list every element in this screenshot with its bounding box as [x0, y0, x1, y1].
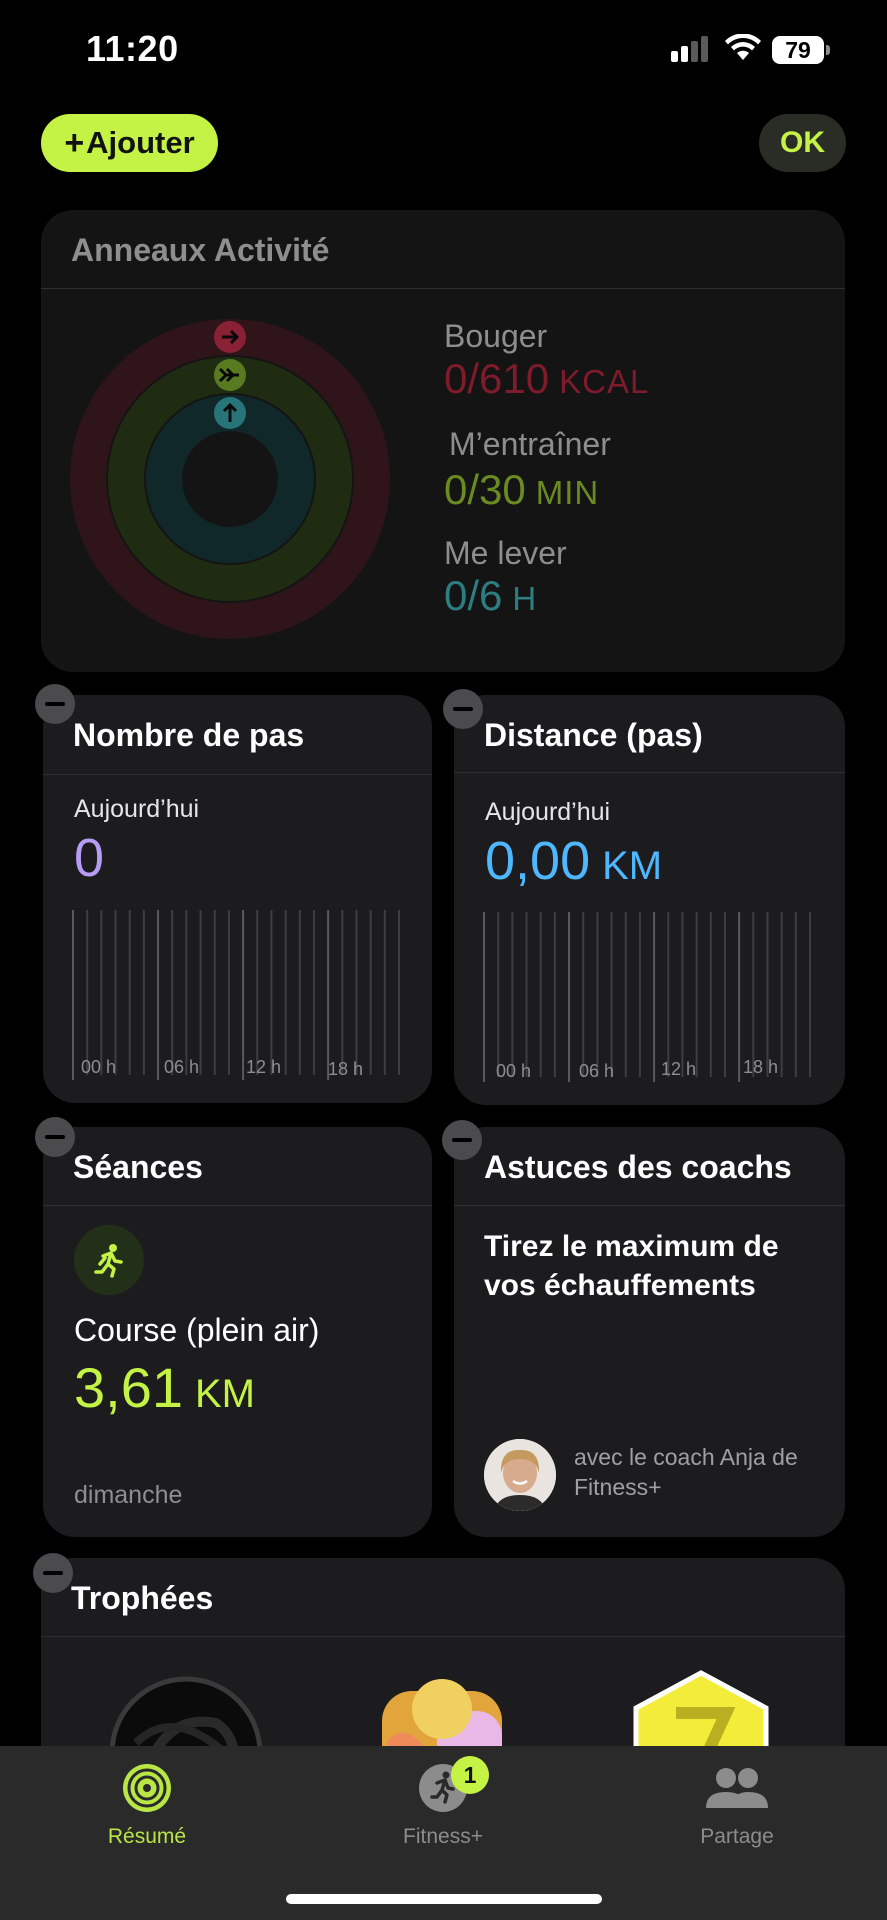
steps-tick-3: 18 h — [328, 1059, 364, 1079]
battery-icon: 79 — [772, 36, 830, 64]
plus-icon: + — [64, 123, 85, 162]
steps-today-label: Aujourd’hui — [74, 795, 200, 823]
activity-rings-icon — [70, 319, 390, 639]
remove-trophies-button[interactable] — [33, 1553, 73, 1593]
tab-fitness-plus-label: Fitness+ — [403, 1825, 483, 1848]
remove-steps-button[interactable] — [35, 684, 75, 724]
steps-title: Nombre de pas — [73, 717, 305, 753]
session-value: 3,61 KM — [74, 1356, 255, 1419]
steps-tick-2: 12 h — [246, 1057, 282, 1077]
tab-partage[interactable]: Partage — [637, 1762, 837, 1849]
stand-value: 0/6 H — [444, 572, 538, 619]
distance-today-label: Aujourd’hui — [485, 798, 611, 826]
trophies-title: Trophées — [71, 1580, 214, 1616]
home-indicator — [286, 1894, 602, 1904]
exercise-value: 0/30 MIN — [444, 466, 600, 513]
battery-level: 79 — [772, 36, 824, 64]
tab-resume[interactable]: Résumé — [47, 1762, 247, 1849]
cellular-signal-icon — [671, 36, 708, 62]
session-day: dimanche — [74, 1481, 183, 1509]
distance-card[interactable]: Distance (pas) Aujourd’hui 0,00 KM 00 h 0… — [454, 695, 845, 1105]
steps-chart — [72, 910, 400, 1080]
session-type: Course (plein air) — [74, 1312, 320, 1348]
tab-fitness-plus[interactable]: 1 Fitness+ — [343, 1756, 543, 1849]
ok-button[interactable]: OK — [759, 114, 846, 172]
move-label: Bouger — [444, 318, 548, 354]
steps-value: 0 — [74, 828, 105, 888]
distance-title: Distance (pas) — [484, 717, 703, 753]
move-value: 0/610 KCAL — [444, 355, 650, 402]
steps-card[interactable]: Nombre de pas Aujourd’hui 0 00 h 06 h 12… — [43, 695, 432, 1103]
distance-tick-1: 06 h — [579, 1061, 615, 1081]
tips-title: Astuces des coachs — [484, 1149, 792, 1185]
sessions-card[interactable]: Séances Course (plein air) 3,61 KM dimanc… — [43, 1127, 432, 1537]
stand-label: Me lever — [444, 535, 567, 571]
distance-tick-3: 18 h — [743, 1057, 779, 1077]
fitness-badge: 1 — [451, 1756, 489, 1794]
remove-distance-button[interactable] — [443, 689, 483, 729]
steps-tick-0: 00 h — [81, 1057, 117, 1077]
tips-headline: Tirez le maximum de vos échauffements — [484, 1230, 779, 1302]
status-bar: 11:20 79 — [0, 0, 887, 100]
coach-tips-card[interactable]: Astuces des coachs Tirez le maximum de v… — [454, 1127, 845, 1537]
tab-resume-label: Résumé — [107, 1825, 187, 1848]
distance-value: 0,00 KM — [485, 831, 663, 891]
distance-tick-2: 12 h — [661, 1059, 697, 1079]
activity-title: Anneaux Activité — [71, 232, 330, 268]
remove-sessions-button[interactable] — [35, 1117, 75, 1157]
coach-avatar — [484, 1439, 556, 1511]
status-time: 11:20 — [86, 28, 179, 69]
activity-rings-card[interactable]: Anneaux Activité Bouger 0/610 KCAL M’entr… — [41, 210, 845, 672]
sessions-title: Séances — [73, 1149, 203, 1185]
add-button-label: Ajouter — [86, 125, 195, 160]
steps-tick-1: 06 h — [164, 1057, 200, 1077]
distance-tick-0: 00 h — [496, 1061, 532, 1081]
wifi-icon — [725, 34, 761, 60]
rings-icon — [123, 1764, 171, 1812]
add-button[interactable]: + Ajouter — [41, 114, 218, 172]
running-icon — [74, 1225, 144, 1295]
tab-partage-label: Partage — [700, 1825, 774, 1848]
coach-text: avec le coach Anja de Fitness+ — [574, 1444, 798, 1500]
people-icon — [706, 1768, 768, 1808]
remove-tips-button[interactable] — [442, 1120, 482, 1160]
exercise-label: M’entraîner — [449, 426, 611, 462]
